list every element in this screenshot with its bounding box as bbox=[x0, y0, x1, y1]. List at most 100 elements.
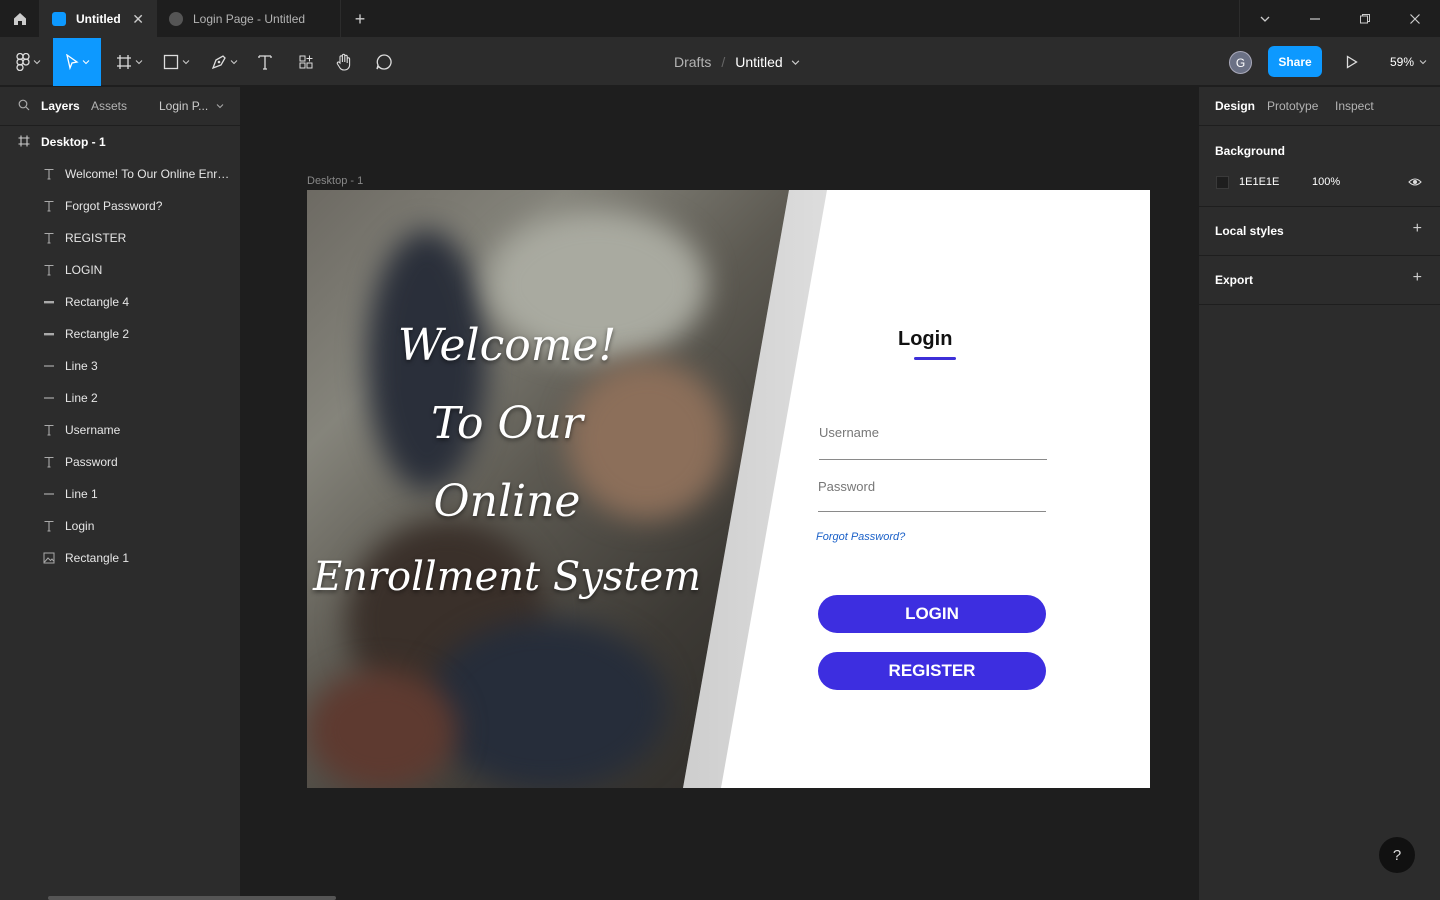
minimize-button[interactable] bbox=[1290, 0, 1340, 38]
horizontal-scrollbar[interactable] bbox=[48, 896, 336, 900]
username-line[interactable] bbox=[819, 459, 1047, 460]
page-selector[interactable]: Login P... bbox=[159, 99, 208, 113]
welcome-line-4[interactable]: Enrollment System bbox=[307, 554, 707, 600]
breadcrumb-drafts[interactable]: Drafts bbox=[674, 54, 711, 70]
resources-tool[interactable] bbox=[293, 38, 319, 86]
search-icon[interactable] bbox=[18, 99, 30, 111]
comment-icon bbox=[376, 54, 392, 70]
rectangle-icon bbox=[42, 327, 56, 341]
welcome-line-1[interactable]: Welcome! bbox=[307, 320, 707, 371]
local-styles-section: Local styles + bbox=[1199, 207, 1440, 256]
shape-tool[interactable] bbox=[157, 38, 195, 86]
tab-layers[interactable]: Layers bbox=[41, 99, 80, 113]
login-button[interactable]: LOGIN bbox=[818, 595, 1046, 633]
play-icon bbox=[1346, 55, 1358, 69]
left-panel-tabs: Layers Assets Login P... bbox=[0, 87, 240, 126]
file-name[interactable]: Untitled bbox=[735, 54, 782, 70]
add-export-plus-icon[interactable]: + bbox=[1413, 269, 1422, 287]
layer-row[interactable]: Line 1 bbox=[0, 478, 241, 510]
close-icon[interactable]: ✕ bbox=[132, 11, 144, 28]
layer-row[interactable]: Rectangle 1 bbox=[0, 542, 241, 574]
frame-tool[interactable] bbox=[110, 38, 148, 86]
background-section: Background 1E1E1E 100% bbox=[1199, 126, 1440, 207]
layer-row[interactable]: Username bbox=[0, 414, 241, 446]
rectangle-icon bbox=[163, 54, 178, 70]
login-underline[interactable] bbox=[914, 357, 956, 360]
chevron-down-icon[interactable] bbox=[216, 102, 224, 110]
text-icon bbox=[42, 263, 56, 277]
chevron-down-icon bbox=[82, 60, 89, 65]
right-panel-tabs: Design Prototype Inspect bbox=[1199, 87, 1440, 126]
background-hex[interactable]: 1E1E1E bbox=[1239, 176, 1279, 188]
chevron-down-icon[interactable] bbox=[791, 58, 800, 67]
layer-row[interactable]: Login bbox=[0, 510, 241, 542]
password-line[interactable] bbox=[818, 511, 1046, 512]
tab-bar: Untitled ✕ Login Page - Untitled + bbox=[0, 0, 1440, 38]
home-button[interactable] bbox=[0, 0, 40, 38]
line-icon bbox=[42, 391, 56, 405]
welcome-line-2[interactable]: To Our bbox=[307, 398, 707, 449]
desktop-frame[interactable]: Welcome! To Our Online Enrollment System… bbox=[307, 190, 1150, 788]
tab-inspect[interactable]: Inspect bbox=[1335, 99, 1374, 113]
layer-row[interactable]: Rectangle 2 bbox=[0, 318, 241, 350]
close-window-button[interactable] bbox=[1390, 0, 1440, 38]
chevron-down-icon bbox=[1419, 60, 1427, 65]
text-icon bbox=[42, 423, 56, 437]
layer-name: Line 2 bbox=[65, 391, 98, 405]
share-button[interactable]: Share bbox=[1268, 46, 1322, 77]
register-button[interactable]: REGISTER bbox=[818, 652, 1046, 690]
background-swatch[interactable] bbox=[1216, 176, 1229, 189]
minimize-icon bbox=[1310, 18, 1320, 20]
tab-untitled[interactable]: Untitled ✕ bbox=[40, 0, 157, 38]
add-style-plus-icon[interactable]: + bbox=[1413, 220, 1422, 238]
password-label[interactable]: Password bbox=[818, 479, 875, 494]
layer-name: Login bbox=[65, 519, 95, 533]
image-icon bbox=[42, 551, 56, 565]
text-tool[interactable] bbox=[252, 38, 278, 86]
layer-name: Rectangle 2 bbox=[65, 327, 130, 341]
layer-row[interactable]: LOGIN bbox=[0, 254, 241, 286]
comment-tool[interactable] bbox=[371, 38, 397, 86]
layer-row[interactable]: Welcome! To Our Online Enroll... bbox=[0, 158, 241, 190]
layer-name: Forgot Password? bbox=[65, 199, 163, 213]
avatar[interactable]: G bbox=[1229, 51, 1252, 74]
layer-row[interactable]: Rectangle 4 bbox=[0, 286, 241, 318]
hand-tool[interactable] bbox=[331, 38, 357, 86]
new-tab-button[interactable]: + bbox=[341, 0, 379, 38]
layer-row[interactable]: Line 2 bbox=[0, 382, 241, 414]
tab-list-button[interactable] bbox=[1240, 0, 1290, 38]
plus-icon: + bbox=[354, 8, 366, 29]
frame-label[interactable]: Desktop - 1 bbox=[307, 175, 363, 187]
local-styles-title: Local styles bbox=[1215, 224, 1284, 238]
present-button[interactable] bbox=[1340, 50, 1364, 74]
tab-assets[interactable]: Assets bbox=[91, 99, 127, 113]
username-label[interactable]: Username bbox=[819, 425, 879, 440]
tab-login-page[interactable]: Login Page - Untitled bbox=[157, 0, 341, 38]
layer-desktop-1[interactable]: Desktop - 1 bbox=[0, 133, 241, 151]
layer-row[interactable]: Forgot Password? bbox=[0, 190, 241, 222]
eye-icon[interactable] bbox=[1408, 177, 1422, 187]
tab-design[interactable]: Design bbox=[1215, 99, 1255, 113]
breadcrumb: Drafts / Untitled bbox=[674, 38, 800, 86]
move-tool[interactable] bbox=[53, 38, 101, 86]
help-button[interactable]: ? bbox=[1379, 837, 1415, 873]
zoom-control[interactable]: 59% bbox=[1390, 38, 1427, 86]
layer-name: Password bbox=[65, 455, 118, 469]
tab-prototype[interactable]: Prototype bbox=[1267, 99, 1318, 113]
layer-row[interactable]: Line 3 bbox=[0, 350, 241, 382]
properties-panel: Design Prototype Inspect Background 1E1E… bbox=[1198, 87, 1440, 900]
pen-tool[interactable] bbox=[205, 38, 243, 86]
layer-row[interactable]: REGISTER bbox=[0, 222, 241, 254]
layer-name: Rectangle 4 bbox=[65, 295, 130, 309]
main-menu-button[interactable] bbox=[8, 38, 48, 86]
restore-button[interactable] bbox=[1340, 0, 1390, 38]
welcome-line-3[interactable]: Online bbox=[307, 476, 707, 527]
layer-row[interactable]: Password bbox=[0, 446, 241, 478]
login-heading[interactable]: Login bbox=[898, 328, 952, 351]
components-icon bbox=[299, 55, 313, 69]
tab-label: Login Page - Untitled bbox=[193, 12, 306, 26]
background-opacity[interactable]: 100% bbox=[1312, 176, 1340, 188]
forgot-password-link[interactable]: Forgot Password? bbox=[816, 531, 905, 543]
text-icon bbox=[42, 455, 56, 469]
pen-icon bbox=[211, 55, 226, 70]
